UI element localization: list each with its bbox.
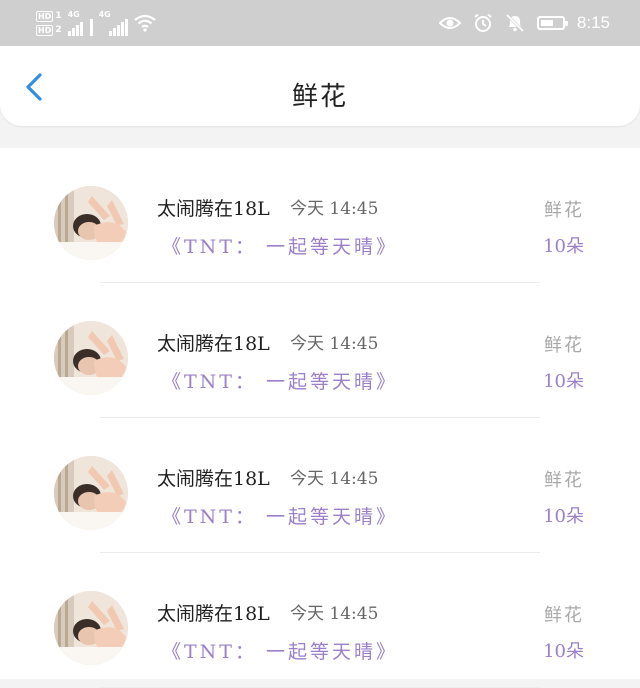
sim1-badge: HD 1 [36,10,62,22]
send-time: 今天 14:45 [290,199,379,219]
avatar-photo [54,456,128,530]
clock: 8:15 [576,13,610,32]
battery-icon [536,16,568,30]
sender-name: 太闹腾在18L [157,198,270,220]
signal-bar [124,19,128,36]
avatar[interactable] [54,591,128,665]
signal-bar [89,19,93,36]
gift-count: 10朵 [543,371,584,392]
avatar-photo [54,321,128,395]
signal-bar [67,31,71,36]
avatar-photo [54,591,128,665]
alarm-icon [474,13,492,32]
sender-name: 太闹腾在18L [157,333,270,355]
gift-type: 鲜花 [544,200,584,221]
eye-icon [438,17,461,29]
list-item[interactable]: 太闹腾在18L 今天 14:45 《TNT： 一起等天晴》 鲜花 10朵 [0,283,640,418]
battery-level [540,20,553,26]
send-time: 今天 14:45 [290,469,379,489]
signal-icon: 4G [67,10,93,36]
avatar-photo [54,186,128,260]
gift-type: 鲜花 [544,470,584,491]
signal-bar [112,28,116,36]
gift-type: 鲜花 [544,335,584,356]
signal-bar [75,25,79,36]
sim1-index: 1 [55,11,62,21]
work-title[interactable]: 《TNT： 一起等天晴》 [162,232,398,259]
sim-indicators: HD 1 HD 2 [36,10,62,36]
signal-bar [79,22,83,36]
status-right: 8:15 [438,6,610,40]
signal-bar [120,22,124,36]
signal-bar [71,28,75,36]
signal-icon: 4G [99,10,128,36]
hd-icon: HD [36,24,54,36]
gift-count: 10朵 [543,506,584,527]
status-bar: HD 1 HD 2 4G 4G 8:15 [0,0,640,46]
gift-count: 10朵 [543,236,584,257]
top-navigation-bar: 鲜花 [0,46,640,126]
signal-bar [108,31,112,36]
signal-bar [116,25,120,36]
avatar[interactable] [54,186,128,260]
page-title: 鲜花 [291,82,348,112]
avatar[interactable] [54,321,128,395]
work-title[interactable]: 《TNT： 一起等天晴》 [162,502,398,529]
list-item[interactable]: 太闹腾在18L 今天 14:45 《TNT： 一起等天晴》 鲜花 10朵 [0,553,640,688]
hd-icon: HD [36,10,54,22]
mute-icon [505,13,524,33]
sim2-badge: HD 2 [36,24,62,36]
work-title[interactable]: 《TNT： 一起等天晴》 [162,637,398,664]
sim2-index: 2 [55,25,62,35]
work-title[interactable]: 《TNT： 一起等天晴》 [162,367,398,394]
gift-record-list: 太闹腾在18L 今天 14:45 《TNT： 一起等天晴》 鲜花 10朵 太闹腾… [0,148,640,688]
gift-count: 10朵 [543,641,584,662]
list-item[interactable]: 太闹腾在18L 今天 14:45 《TNT： 一起等天晴》 鲜花 10朵 [0,418,640,553]
avatar[interactable] [54,456,128,530]
send-time: 今天 14:45 [290,604,379,624]
status-left: HD 1 HD 2 4G 4G [36,6,156,40]
gift-type: 鲜花 [544,605,584,626]
list-item[interactable]: 太闹腾在18L 今天 14:45 《TNT： 一起等天晴》 鲜花 10朵 [0,148,640,283]
sender-name: 太闹腾在18L [157,468,270,490]
send-time: 今天 14:45 [290,334,379,354]
network-type-1: 4G [67,10,80,19]
sender-name: 太闹腾在18L [157,603,270,625]
wifi-icon [133,14,156,32]
network-type-2: 4G [98,10,111,19]
